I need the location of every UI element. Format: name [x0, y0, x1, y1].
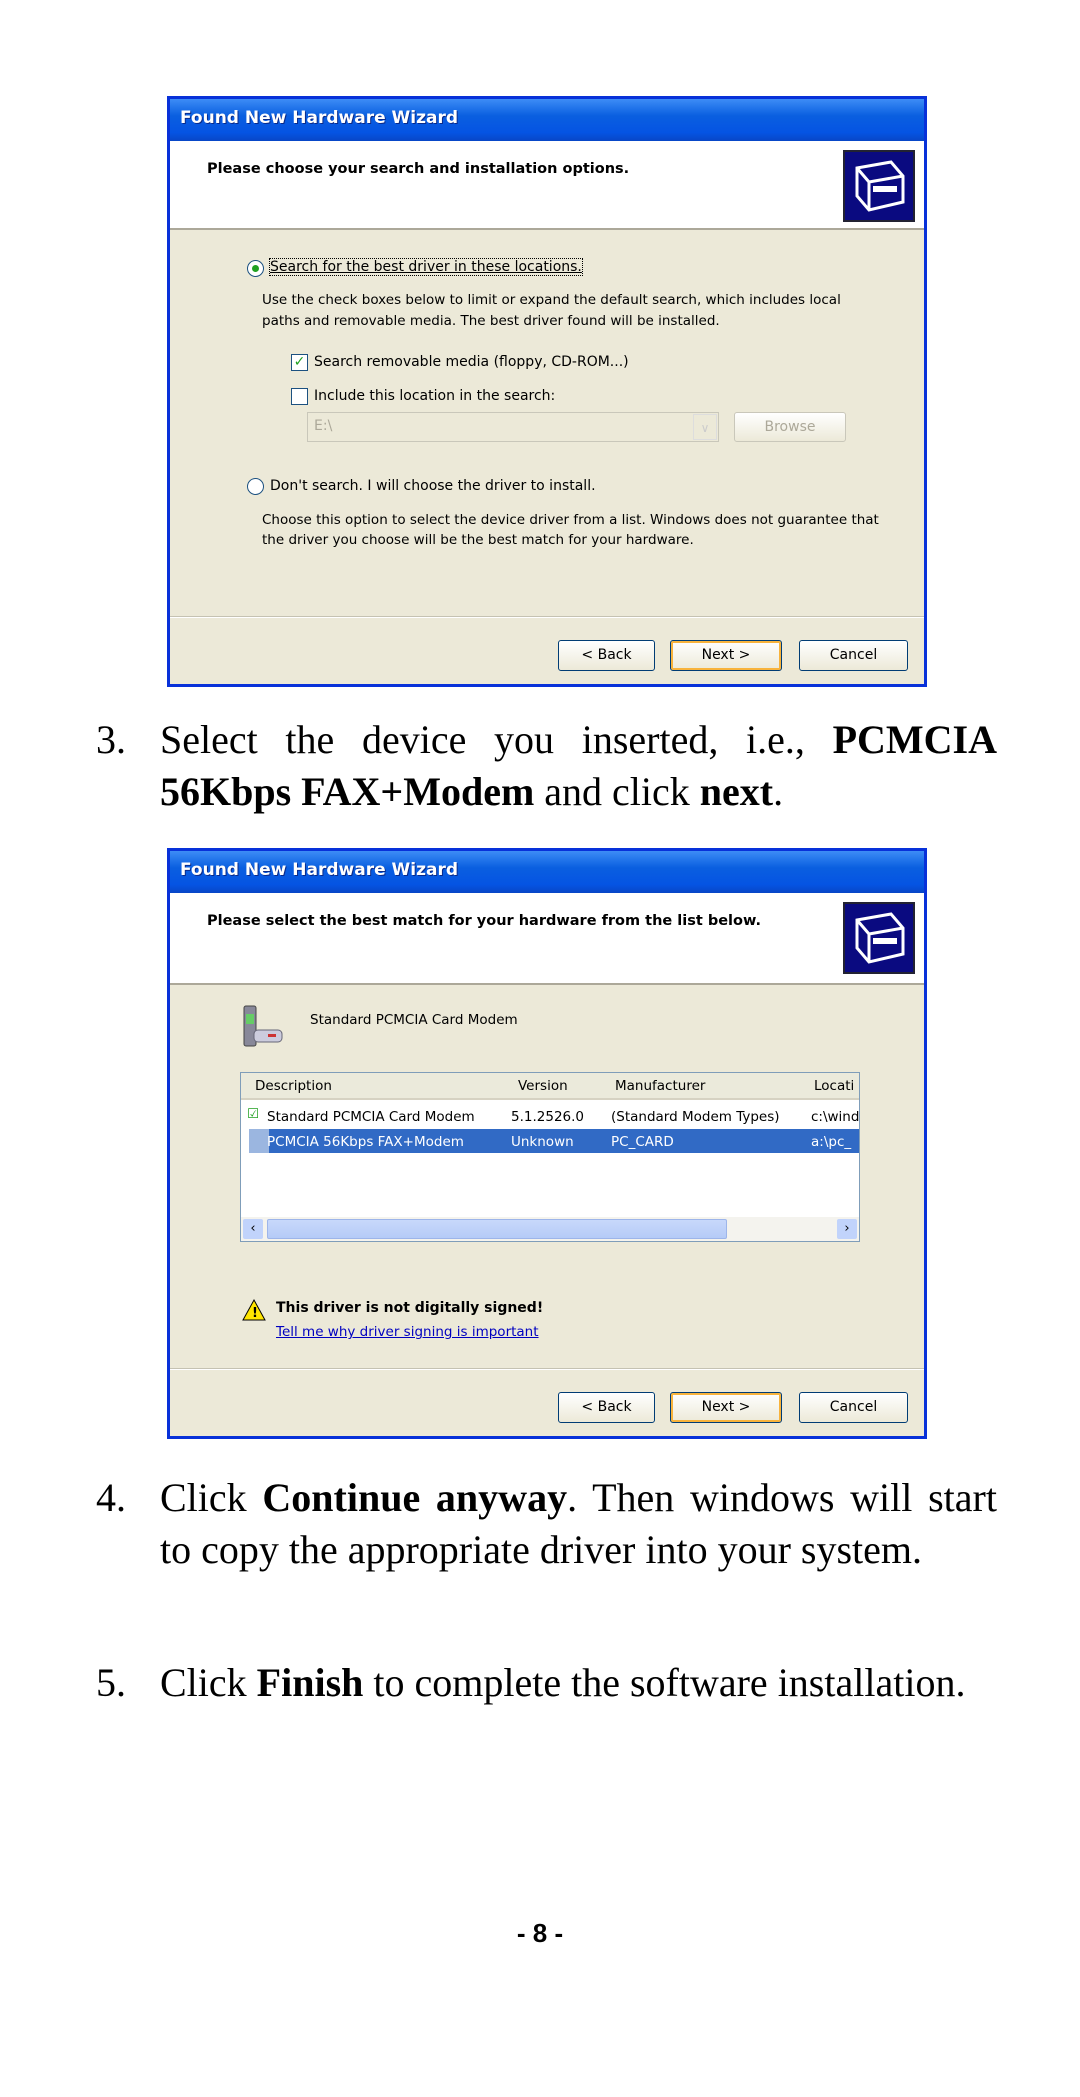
back-button[interactable]: < Back — [558, 1392, 655, 1423]
step-5: 5. Click Finish to complete the software… — [96, 1657, 997, 1709]
dont-search-label[interactable]: Don't search. I will choose the driver t… — [270, 478, 596, 494]
page-number: - 8 - — [516, 1918, 564, 1948]
wizard-dialog-search-options: Found New Hardware Wizard Please choose … — [167, 96, 927, 687]
dont-search-description: Choose this option to select the device … — [262, 512, 879, 528]
cell-version: 5.1.2526.0 — [511, 1109, 584, 1125]
title-bar: Found New Hardware Wizard — [170, 99, 924, 141]
column-location[interactable]: Locati — [814, 1078, 854, 1094]
table-row[interactable]: ☑ Standard PCMCIA Card Modem 5.1.2526.0 … — [241, 1104, 859, 1128]
back-button[interactable]: < Back — [558, 640, 655, 671]
search-radio-label[interactable]: Search for the best driver in these loca… — [269, 258, 583, 276]
step-4: 4. Click Continue anyway. Then windows w… — [96, 1472, 997, 1576]
column-description[interactable]: Description — [255, 1078, 332, 1094]
unsigned-driver-icon — [249, 1129, 269, 1153]
cancel-button[interactable]: Cancel — [799, 1392, 908, 1423]
removable-media-checkbox[interactable]: ✓ — [291, 354, 308, 371]
modem-icon — [240, 1000, 284, 1048]
hardware-wizard-icon — [843, 902, 915, 974]
divider — [170, 1368, 924, 1370]
dialog-header: Please select the best match for your ha… — [170, 893, 924, 985]
hardware-wizard-icon — [843, 150, 915, 222]
include-location-checkbox[interactable] — [291, 388, 308, 405]
device-name: Standard PCMCIA Card Modem — [310, 1012, 518, 1028]
step-number: 5. — [96, 1660, 126, 1705]
column-manufacturer[interactable]: Manufacturer — [615, 1078, 705, 1094]
driver-list[interactable]: Description Version Manufacturer Locati … — [240, 1072, 860, 1242]
title-bar: Found New Hardware Wizard — [170, 851, 924, 893]
step-text: Click — [160, 1660, 257, 1705]
header-text: Please choose your search and installati… — [207, 161, 630, 177]
cell-location: a:\pc_ — [811, 1134, 852, 1150]
step-number: 4. — [96, 1475, 126, 1520]
cell-description: PCMCIA 56Kbps FAX+Modem — [267, 1134, 464, 1150]
cell-manufacturer: (Standard Modem Types) — [611, 1109, 780, 1125]
list-header: Description Version Manufacturer Locati — [241, 1073, 859, 1100]
scroll-thumb[interactable] — [267, 1219, 727, 1239]
step-text: . — [773, 769, 784, 814]
header-text: Please select the best match for your ha… — [207, 913, 761, 929]
step-text: Click — [160, 1475, 263, 1520]
cell-location: c:\wind — [811, 1109, 860, 1125]
continue-anyway-keyword: Continue anyway — [262, 1475, 568, 1520]
scroll-right-icon[interactable]: › — [837, 1219, 857, 1239]
cell-manufacturer: PC_CARD — [611, 1134, 674, 1150]
wizard-dialog-select-hardware: Found New Hardware Wizard Please select … — [167, 848, 927, 1439]
dont-search-radio[interactable] — [247, 478, 264, 495]
driver-signing-link[interactable]: Tell me why driver signing is important — [276, 1324, 539, 1340]
warning-icon: ! — [242, 1298, 266, 1328]
dialog-title: Found New Hardware Wizard — [180, 108, 459, 128]
signed-driver-icon: ☑ — [247, 1106, 260, 1122]
search-description: paths and removable media. The best driv… — [262, 313, 720, 329]
scroll-left-icon[interactable]: ‹ — [243, 1219, 263, 1239]
column-version[interactable]: Version — [518, 1078, 568, 1094]
svg-text:!: ! — [252, 1306, 258, 1321]
dialog-title: Found New Hardware Wizard — [180, 860, 459, 880]
cell-version: Unknown — [511, 1134, 574, 1150]
step-text: Select the device you inserted, i.e., — [160, 717, 833, 762]
include-location-label[interactable]: Include this location in the search: — [314, 388, 555, 404]
horizontal-scrollbar[interactable]: ‹ › — [241, 1217, 859, 1241]
step-3: 3. Select the device you inserted, i.e.,… — [96, 714, 997, 818]
search-radio[interactable] — [247, 260, 264, 277]
cell-description: Standard PCMCIA Card Modem — [267, 1109, 475, 1125]
search-description: Use the check boxes below to limit or ex… — [262, 292, 841, 308]
browse-button[interactable]: Browse — [734, 412, 846, 442]
removable-media-label[interactable]: Search removable media (floppy, CD-ROM..… — [314, 354, 629, 370]
divider — [170, 616, 924, 618]
location-combobox[interactable]: E:\ ∨ — [307, 412, 719, 442]
dont-search-description: the driver you choose will be the best m… — [262, 532, 694, 548]
dialog-header: Please choose your search and installati… — [170, 141, 924, 230]
chevron-down-icon[interactable]: ∨ — [693, 414, 717, 440]
finish-keyword: Finish — [256, 1660, 364, 1705]
next-button[interactable]: Next > — [670, 640, 782, 671]
warning-text: This driver is not digitally signed! — [276, 1300, 544, 1316]
next-button[interactable]: Next > — [670, 1392, 782, 1423]
cancel-button[interactable]: Cancel — [799, 640, 908, 671]
next-keyword: next — [699, 769, 774, 814]
location-value: E:\ — [314, 418, 333, 434]
step-text: and click — [534, 769, 700, 814]
table-row-selected[interactable]: PCMCIA 56Kbps FAX+Modem Unknown PC_CARD … — [249, 1129, 859, 1153]
step-text: to complete the software installation. — [363, 1660, 966, 1705]
step-number: 3. — [96, 717, 126, 762]
